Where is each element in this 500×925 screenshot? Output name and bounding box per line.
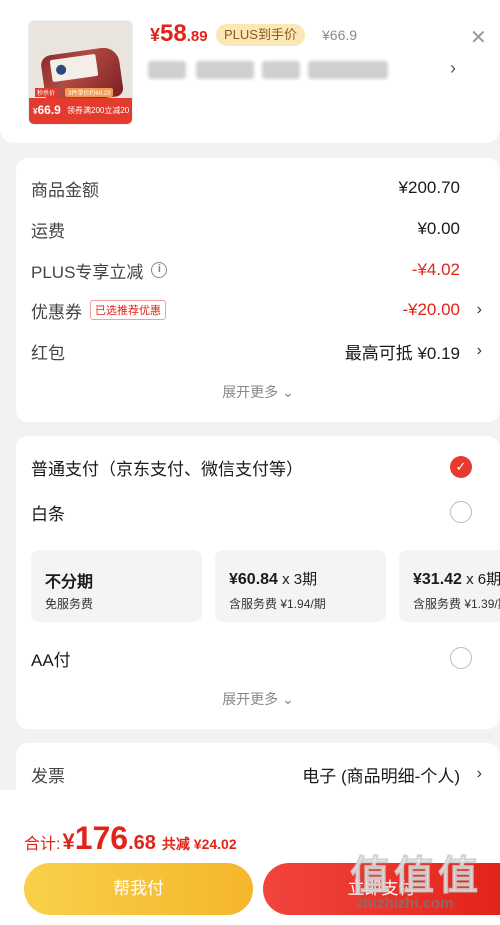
payment-option-baitiao[interactable]: 白条 bbox=[31, 499, 486, 525]
summary-value: ¥0.00 bbox=[417, 219, 460, 238]
summary-row-goods-amount: 商品金额 ¥200.70 bbox=[31, 175, 486, 201]
payment-option-label: 白条 bbox=[31, 504, 65, 524]
checkmark-icon[interactable]: ✓ bbox=[450, 456, 472, 478]
watermark-url: zhizhizhi.com bbox=[356, 895, 454, 912]
plan-subtitle: 含服务费 ¥1.94/期 bbox=[229, 597, 326, 611]
installment-plan-none[interactable]: 不分期 免服务费 bbox=[31, 550, 202, 622]
summary-row-coupon[interactable]: 优惠券 已选推荐优惠 -¥20.00 › bbox=[31, 297, 486, 323]
total-integer: 176 bbox=[74, 820, 129, 856]
total-amount: 合计: ¥ 176 .68 共减 ¥24.02 bbox=[24, 820, 237, 857]
summary-value: -¥4.02 bbox=[411, 260, 460, 279]
summary-row-red-packet[interactable]: 红包 最高可抵 ¥0.19 › bbox=[31, 338, 486, 364]
plan-amount: ¥31.42 bbox=[413, 571, 462, 588]
chevron-right-icon[interactable]: › bbox=[477, 765, 482, 783]
summary-label: 运费 bbox=[31, 221, 65, 241]
plan-subtitle: 含服务费 ¥1.39/期 bbox=[413, 597, 500, 611]
blurred-product-title bbox=[196, 61, 254, 79]
help-me-pay-button[interactable]: 帮我付 bbox=[24, 863, 253, 915]
payment-method-card: 普通支付（京东支付、微信支付等） ✓ 白条 不分期 免服务费 ¥60.84 x … bbox=[16, 436, 500, 729]
invoice-row[interactable]: 发票 电子 (商品明细-个人) › bbox=[31, 761, 486, 787]
summary-value: ¥200.70 bbox=[398, 178, 460, 197]
plus-price-tag: PLUS到手价 bbox=[216, 24, 305, 46]
thumbnail-badge-price-value: 66.9 bbox=[37, 103, 61, 117]
close-icon[interactable]: ✕ bbox=[470, 28, 487, 48]
summary-label: PLUS专享立减 bbox=[31, 262, 144, 282]
installment-plans: 不分期 免服务费 ¥60.84 x 3期 含服务费 ¥1.94/期 ¥31.42… bbox=[31, 550, 500, 622]
info-icon[interactable]: i bbox=[151, 262, 168, 278]
total-currency: ¥ bbox=[62, 829, 75, 854]
original-price: ¥66.9 bbox=[322, 27, 358, 43]
plan-times: x 6期 bbox=[461, 571, 500, 588]
summary-row-plus-discount: PLUS专享立减 i -¥4.02 bbox=[31, 257, 486, 283]
thumbnail-badge-coupon: 领券满200立减20 bbox=[67, 106, 130, 115]
payment-option-normal[interactable]: 普通支付（京东支付、微信支付等） ✓ bbox=[31, 454, 486, 480]
plan-title: ¥31.42 x 6期 bbox=[413, 568, 500, 589]
total-label: 合计: bbox=[24, 836, 61, 853]
product-card: 秒杀价 3件单价约60.23 ¥66.9 领券满200立减20 ¥ 58 .89… bbox=[0, 0, 500, 143]
plan-amount: ¥60.84 bbox=[229, 571, 278, 588]
chevron-right-icon[interactable]: › bbox=[477, 342, 482, 360]
radio-button[interactable] bbox=[450, 501, 472, 523]
thumbnail-price-badge: 秒杀价 3件单价约60.23 ¥66.9 领券满200立减20 bbox=[29, 88, 132, 124]
summary-value: 最高可抵 ¥0.19 bbox=[344, 343, 460, 363]
blurred-product-title bbox=[262, 61, 300, 79]
thumbnail-badge-price: ¥66.9 bbox=[33, 103, 61, 117]
payment-option-label: AA付 bbox=[31, 650, 71, 670]
radio-button[interactable] bbox=[450, 647, 472, 669]
installment-plan-6[interactable]: ¥31.42 x 6期 含服务费 ¥1.39/期 bbox=[399, 550, 500, 622]
plan-times: x 3期 bbox=[277, 571, 318, 588]
total-decimal: .68 bbox=[128, 832, 156, 854]
total-saved: 共减 ¥24.02 bbox=[161, 836, 237, 852]
price-currency: ¥ bbox=[150, 25, 161, 45]
thumbnail-badge-note: 3件单价约60.23 bbox=[65, 88, 114, 97]
price-decimal: .89 bbox=[186, 28, 208, 45]
summary-row-shipping: 运费 ¥0.00 bbox=[31, 216, 486, 242]
price-integer: 58 bbox=[160, 20, 187, 47]
chevron-right-icon[interactable]: › bbox=[477, 301, 482, 319]
plan-subtitle: 免服务费 bbox=[45, 597, 94, 611]
plan-title: 不分期 bbox=[45, 574, 94, 591]
coupon-badge: 已选推荐优惠 bbox=[90, 300, 166, 320]
plan-title: ¥60.84 x 3期 bbox=[229, 568, 317, 589]
summary-label: 商品金额 bbox=[31, 180, 99, 200]
chevron-right-icon[interactable]: › bbox=[450, 58, 456, 79]
watermark-logo: 值值值 bbox=[350, 854, 482, 899]
order-summary-card: 商品金额 ¥200.70 运费 ¥0.00 PLUS专享立减 i -¥4.02 … bbox=[16, 158, 500, 422]
blurred-product-title bbox=[308, 61, 388, 79]
product-price: ¥ 58 .89 bbox=[150, 20, 208, 50]
payment-option-aa[interactable]: AA付 bbox=[31, 645, 486, 671]
summary-label: 红包 bbox=[31, 343, 65, 363]
installment-plan-3[interactable]: ¥60.84 x 3期 含服务费 ¥1.94/期 bbox=[215, 550, 386, 622]
expand-more-link[interactable]: 展开更多 ⌄ bbox=[16, 382, 500, 402]
product-thumbnail[interactable]: 秒杀价 3件单价约60.23 ¥66.9 领券满200立减20 bbox=[28, 20, 133, 125]
payment-option-label: 普通支付（京东支付、微信支付等） bbox=[31, 459, 303, 479]
invoice-label: 发票 bbox=[31, 766, 65, 786]
invoice-value: 电子 (商品明细-个人) bbox=[302, 766, 460, 786]
summary-value: -¥20.00 bbox=[402, 300, 460, 319]
expand-more-link[interactable]: 展开更多 ⌄ bbox=[16, 689, 500, 709]
summary-label: 优惠券 bbox=[31, 302, 82, 322]
thumbnail-badge-prefix: 秒杀价 bbox=[35, 88, 58, 97]
watermark: 值值值 zhizhizhi.com bbox=[350, 843, 500, 915]
blurred-product-title bbox=[148, 61, 186, 79]
